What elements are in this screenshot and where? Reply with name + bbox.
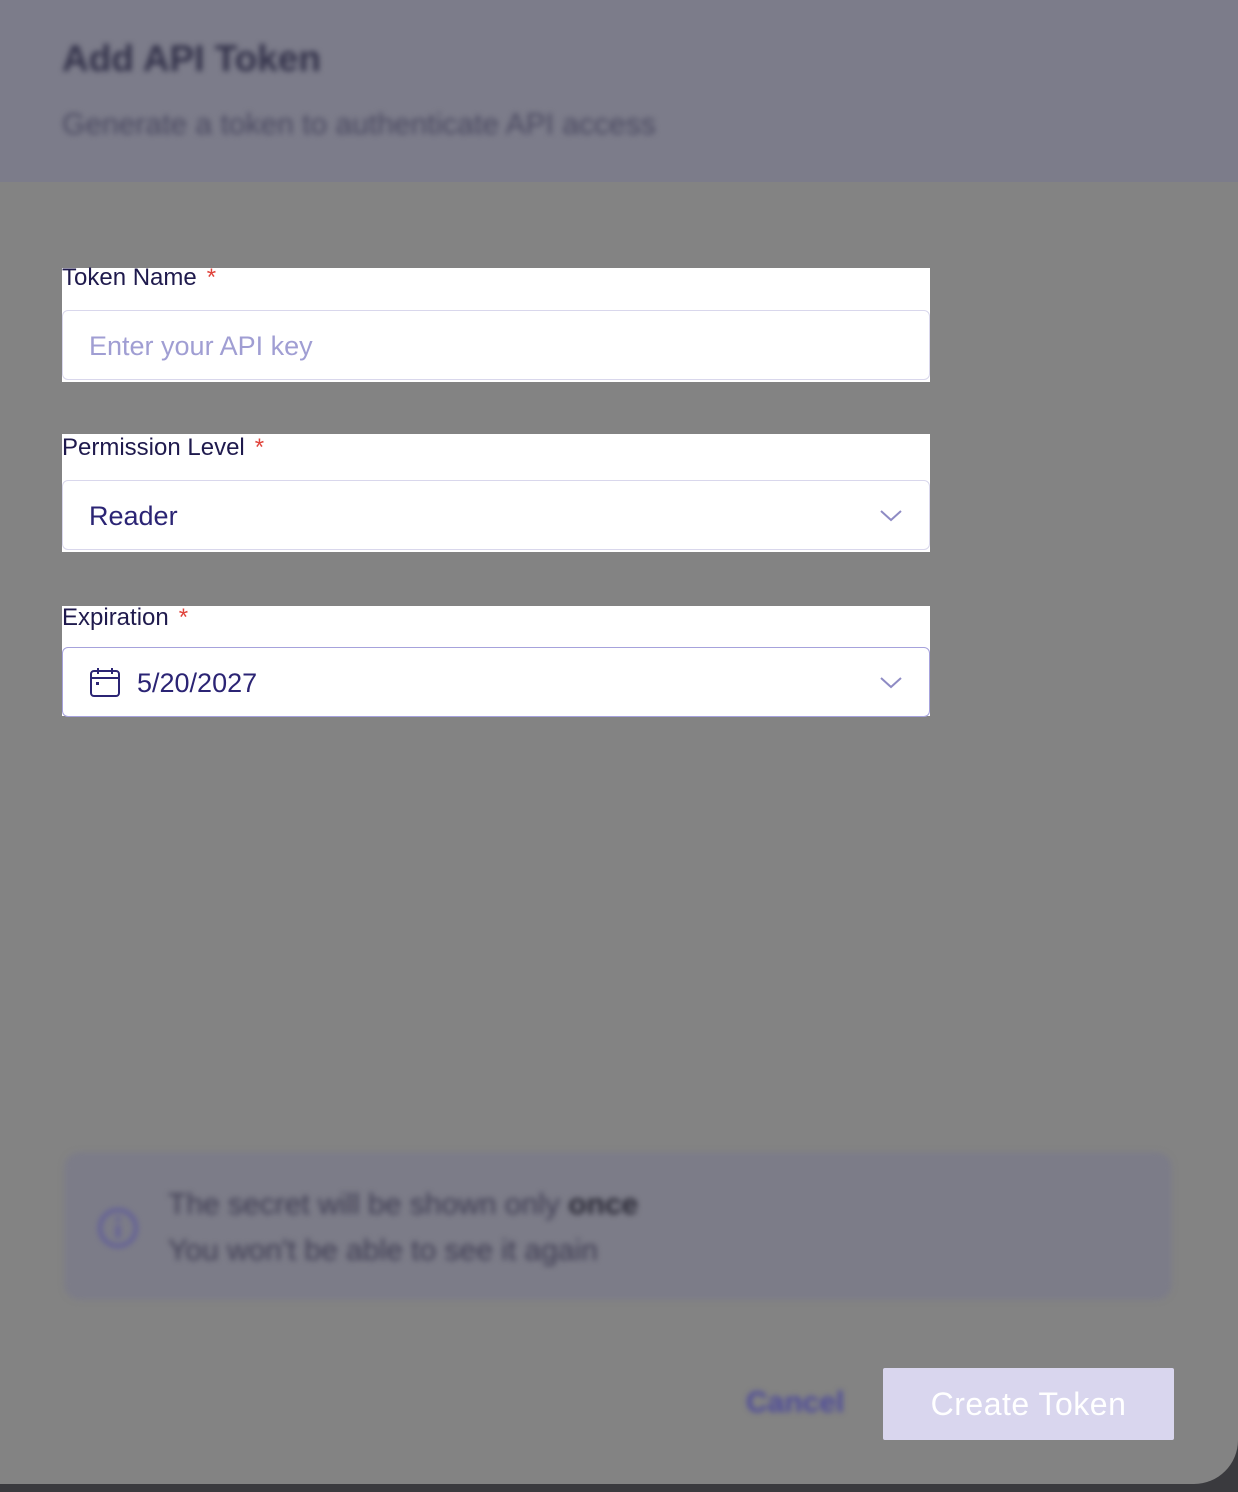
notice-emphasis: once — [568, 1188, 639, 1221]
notice-line-2: You won't be able to see it again — [168, 1234, 598, 1267]
permission-level-value: Reader — [89, 501, 178, 531]
cancel-button[interactable]: Cancel — [746, 1386, 844, 1420]
expiration-date-picker[interactable]: 5/20/2027 — [62, 647, 930, 717]
required-mark: * — [254, 434, 265, 461]
expiration-field: Expiration * 5/20/2027 — [62, 604, 930, 717]
secret-notice — [64, 1152, 1172, 1300]
notice-line-1: The secret will be shown only once — [168, 1188, 639, 1221]
chevron-down-icon — [880, 510, 902, 522]
token-name-placeholder: Enter your API key — [89, 331, 313, 361]
dialog-subtitle: Generate a token to authenticate API acc… — [62, 108, 656, 141]
chevron-down-icon[interactable] — [879, 672, 903, 692]
expiration-label: Expiration * — [62, 604, 189, 631]
permission-level-label: Permission Level * — [62, 434, 265, 461]
create-token-button[interactable]: Create Token — [883, 1368, 1174, 1440]
token-name-label: Token Name * — [62, 264, 217, 291]
expiration-date-value: 5/20/2027 — [137, 668, 258, 698]
add-token-dialog: Add API Token Generate a token to authen… — [0, 0, 1238, 1484]
permission-level-select[interactable]: Reader — [62, 480, 930, 550]
token-name-input[interactable]: Enter your API key — [62, 310, 930, 380]
permission-level-field: Permission Level * Reader — [62, 434, 930, 552]
required-mark: * — [206, 264, 217, 291]
dialog-title: Add API Token — [62, 38, 321, 79]
info-icon — [98, 1208, 138, 1248]
dialog-header: Add API Token Generate a token to authen… — [0, 0, 1238, 182]
token-name-field: Token Name * Enter your API key — [62, 264, 930, 382]
required-mark: * — [178, 604, 189, 631]
calendar-icon — [90, 668, 120, 697]
